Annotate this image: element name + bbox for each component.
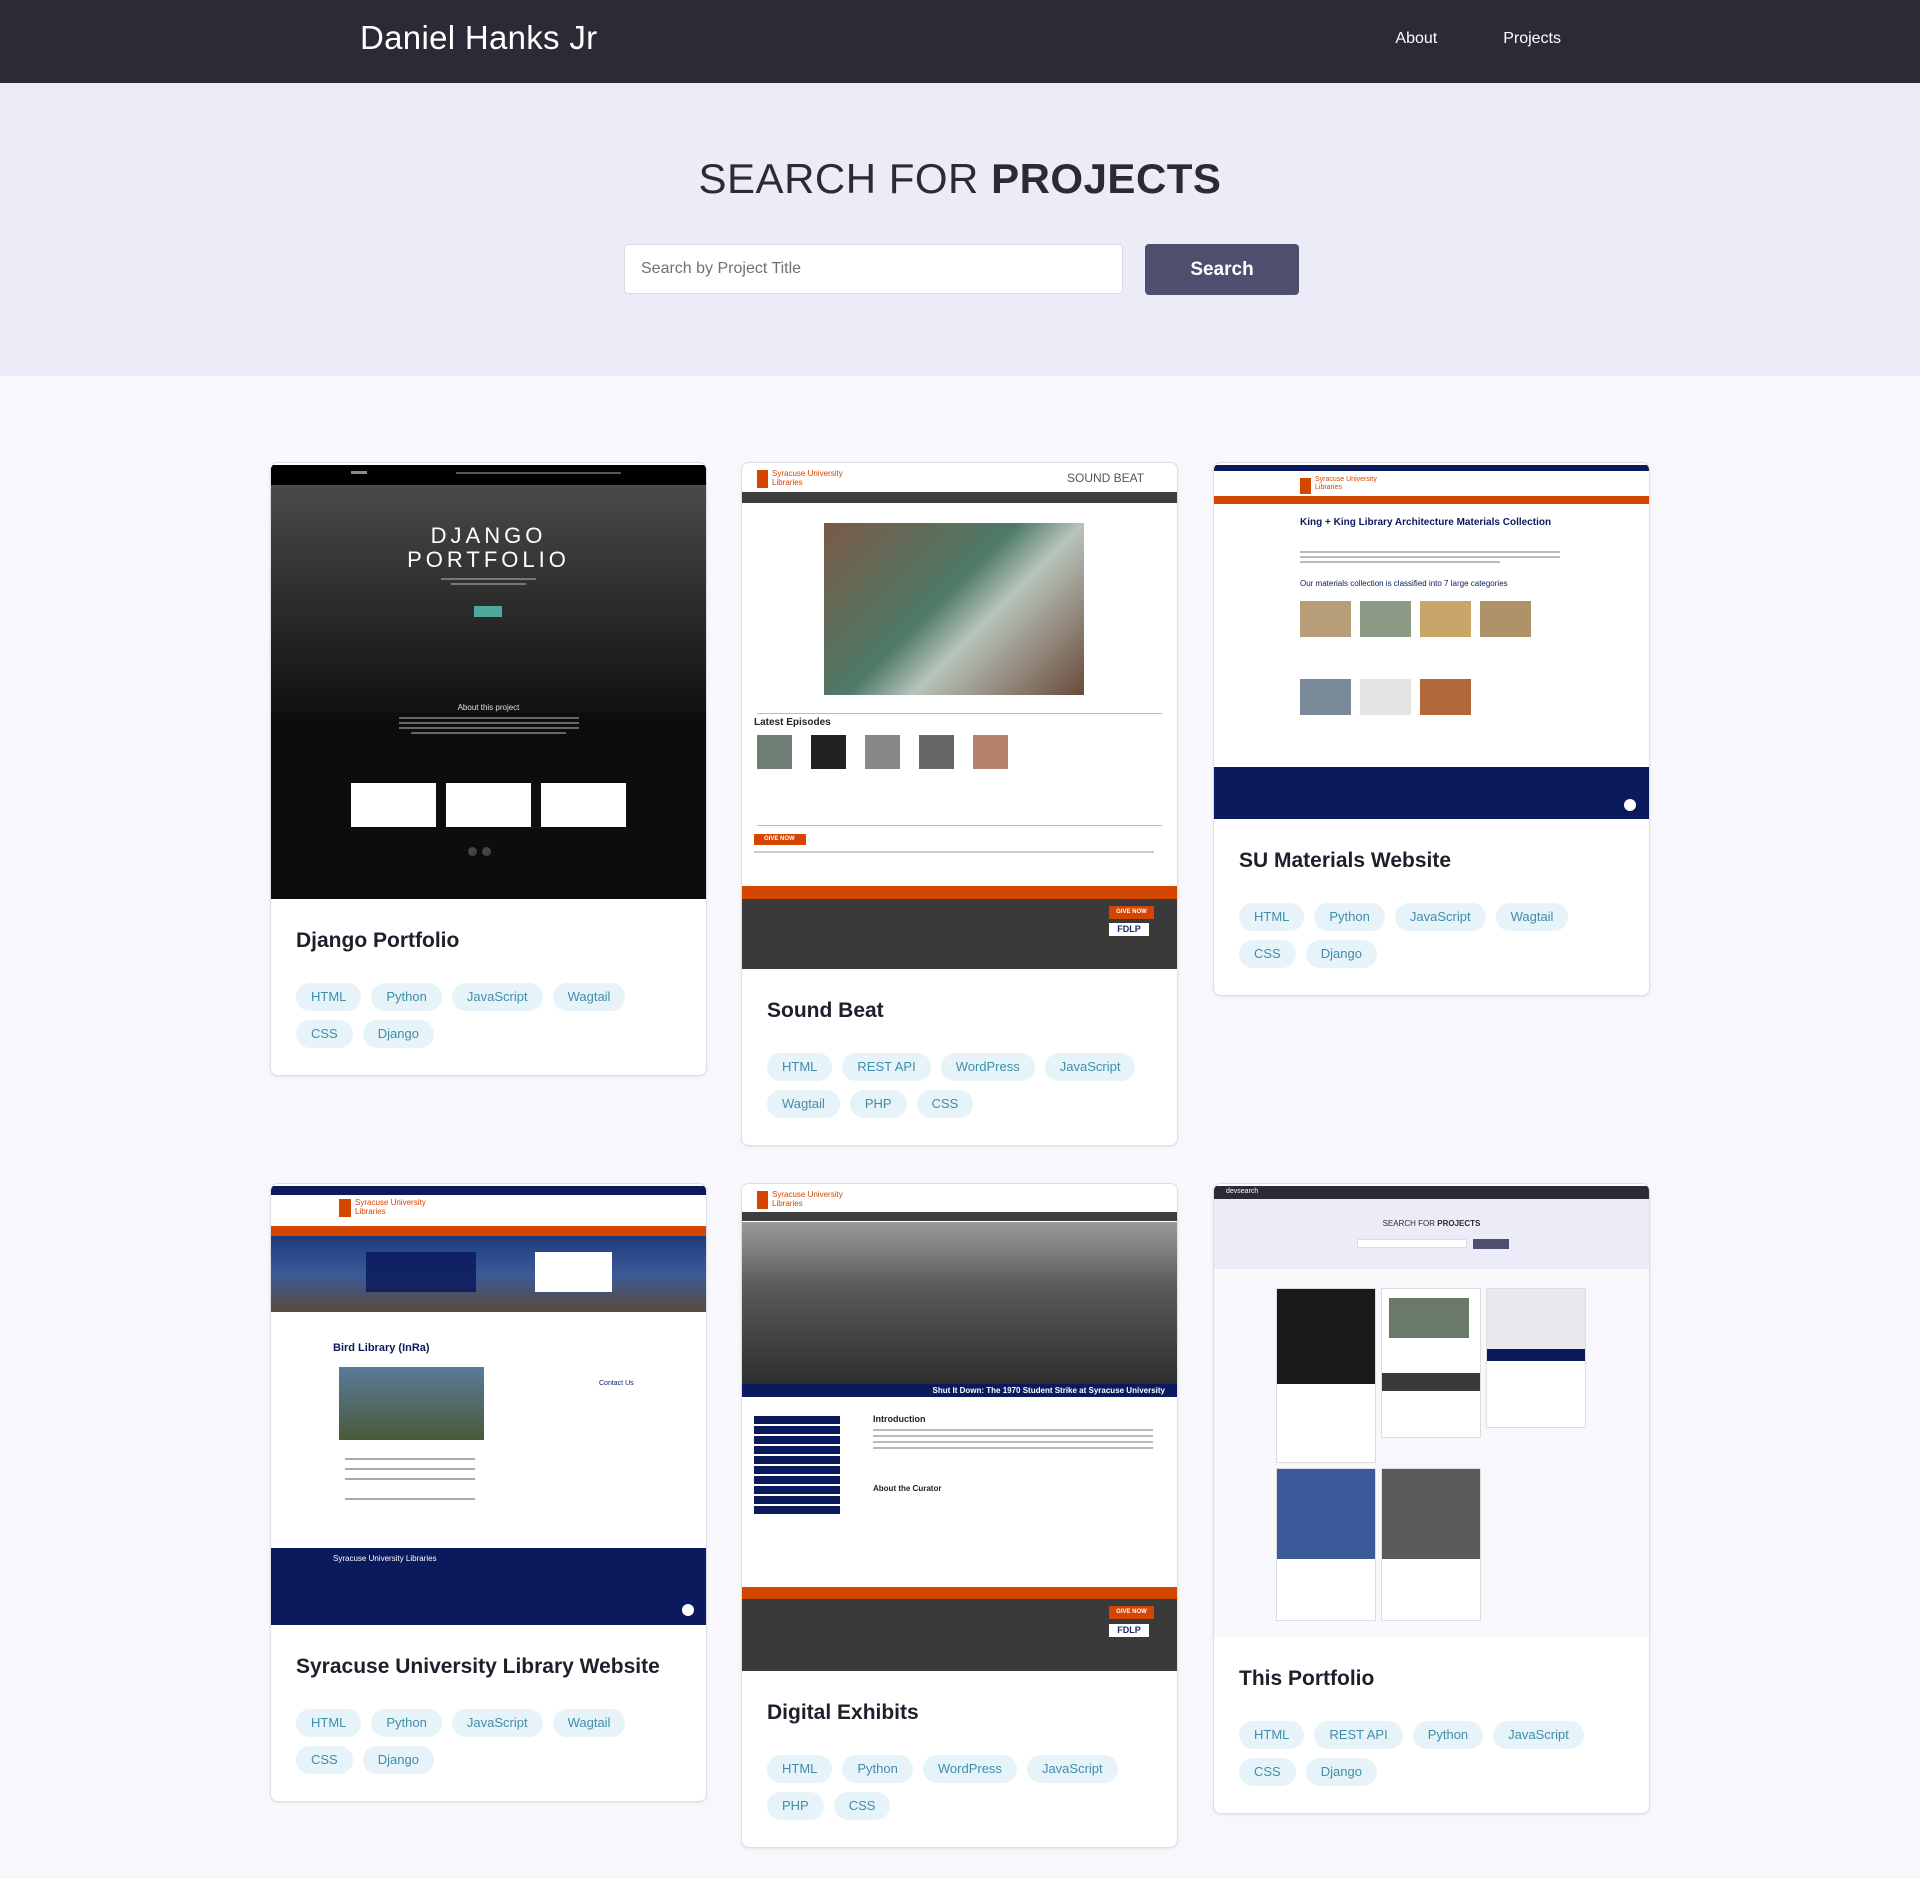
thumb-contact: Contact Us [599, 1380, 634, 1387]
project-title[interactable]: Sound Beat [767, 999, 1152, 1023]
project-card[interactable]: Syracuse University Libraries Bird Libra… [270, 1183, 707, 1802]
project-thumbnail[interactable]: Syracuse University Libraries King + Kin… [1214, 465, 1649, 819]
thumb-give-badge: GIVE NOW [1109, 906, 1154, 919]
thumb-logo: Syracuse University Libraries [772, 469, 843, 487]
thumb-fdlp-logo: FDLP [1109, 923, 1149, 936]
project-thumbnail[interactable]: devsearch SEARCH FOR PROJECTS [1214, 1186, 1649, 1637]
project-title[interactable]: This Portfolio [1239, 1667, 1624, 1691]
tag-list: HTML Python JavaScript Wagtail CSS Djang… [296, 983, 681, 1048]
tag: Python [1412, 1721, 1484, 1749]
search-button[interactable]: Search [1145, 244, 1299, 295]
thumb-logo: Syracuse University Libraries [772, 1190, 843, 1208]
tag: REST API [1314, 1721, 1403, 1749]
thumb-subheading: Our materials collection is classified i… [1300, 579, 1508, 588]
thumb-heading: DJANGO [430, 523, 547, 548]
project-card[interactable]: Syracuse University Libraries King + Kin… [1213, 462, 1650, 996]
project-thumbnail[interactable]: Syracuse University Libraries SOUND BEAT… [742, 465, 1177, 969]
project-card[interactable]: Syracuse University Libraries Shut It Do… [741, 1183, 1178, 1848]
tag: JavaScript [1044, 1053, 1136, 1081]
thumb-give-badge: GIVE NOW [1109, 1606, 1154, 1619]
tag: Wagtail [767, 1090, 840, 1118]
tag: Python [371, 1709, 442, 1737]
project-card[interactable]: DJANGO PORTFOLIO About this project Djan… [270, 462, 707, 1076]
top-navbar: Daniel Hanks Jr About Projects [0, 0, 1920, 83]
tag: HTML [296, 983, 362, 1011]
tag-list: HTML Python WordPress JavaScript PHP CSS [767, 1755, 1152, 1820]
nav-link-projects[interactable]: Projects [1503, 30, 1561, 48]
project-title[interactable]: SU Materials Website [1239, 849, 1624, 873]
tag: WordPress [940, 1053, 1035, 1081]
thumb-give-badge: GIVE NOW [754, 834, 806, 845]
thumb-footer-title: Syracuse University Libraries [333, 1554, 437, 1563]
project-title[interactable]: Digital Exhibits [767, 1701, 1152, 1725]
thumb-logo: Syracuse University Libraries [355, 1198, 426, 1216]
project-thumbnail[interactable]: DJANGO PORTFOLIO About this project [271, 465, 706, 899]
tag: CSS [296, 1020, 353, 1048]
thumb-logo: Syracuse University Libraries [1315, 476, 1377, 491]
tag: CSS [296, 1746, 353, 1774]
tag: Django [362, 1020, 434, 1048]
tag: JavaScript [451, 983, 543, 1011]
thumb-heading: Bird Library (InRa) [333, 1342, 430, 1354]
tag: Wagtail [1495, 903, 1569, 931]
search-form: Search [624, 244, 1299, 295]
search-input[interactable] [624, 244, 1123, 294]
thumb-heading: SEARCH FOR PROJECTS [1382, 1219, 1481, 1228]
tag: Python [371, 983, 442, 1011]
page-title: SEARCH FOR PROJECTS [698, 155, 1222, 202]
thumb-heading: PORTFOLIO [407, 547, 570, 572]
thumb-brand: SOUND BEAT [1067, 471, 1145, 485]
thumb-banner: Shut It Down: The 1970 Student Strike at… [742, 1384, 1177, 1397]
tag: PHP [767, 1792, 824, 1820]
tag: HTML [767, 1755, 833, 1783]
thumb-section-title: Latest Episodes [754, 717, 831, 728]
tag: HTML [767, 1053, 833, 1081]
thumb-curator-heading: About the Curator [873, 1484, 942, 1493]
tag: JavaScript [1493, 1721, 1584, 1749]
search-hero: SEARCH FOR PROJECTS Search [0, 83, 1920, 376]
project-card[interactable]: Syracuse University Libraries SOUND BEAT… [741, 462, 1178, 1146]
tag: Django [1305, 940, 1377, 968]
project-title[interactable]: Django Portfolio [296, 929, 681, 953]
tag-list: HTML REST API Python JavaScript CSS Djan… [1239, 1721, 1624, 1786]
tag: REST API [842, 1053, 931, 1081]
project-thumbnail[interactable]: Syracuse University Libraries Shut It Do… [742, 1186, 1177, 1671]
tag: CSS [833, 1792, 891, 1820]
thumb-section-title: About this project [457, 703, 520, 712]
tag: Wagtail [552, 1709, 626, 1737]
thumb-brand: devsearch [1226, 1188, 1259, 1195]
project-thumbnail[interactable]: Syracuse University Libraries Bird Libra… [271, 1186, 706, 1625]
tag: HTML [1239, 903, 1305, 931]
tag: Python [842, 1755, 913, 1783]
thumb-heading: King + King Library Architecture Materia… [1300, 517, 1552, 528]
thumb-intro-heading: Introduction [873, 1414, 926, 1424]
tag: JavaScript [451, 1709, 543, 1737]
tag: CSS [1239, 940, 1296, 968]
tag: Wagtail [552, 983, 626, 1011]
tag: HTML [1239, 1721, 1305, 1749]
tag-list: HTML Python JavaScript Wagtail CSS Djang… [1239, 903, 1624, 968]
tag: Django [1305, 1758, 1377, 1786]
thumb-fdlp-logo: FDLP [1109, 1624, 1149, 1637]
nav-link-about[interactable]: About [1395, 30, 1437, 48]
site-brand[interactable]: Daniel Hanks Jr [360, 19, 597, 57]
tag-list: HTML REST API WordPress JavaScript Wagta… [767, 1053, 1152, 1118]
tag: PHP [849, 1090, 907, 1118]
tag: WordPress [922, 1755, 1017, 1783]
tag: JavaScript [1394, 903, 1486, 931]
nav-links: About Projects [1395, 30, 1561, 48]
tag: JavaScript [1026, 1755, 1118, 1783]
tag: Django [362, 1746, 434, 1774]
tag: Python [1314, 903, 1385, 931]
project-title[interactable]: Syracuse University Library Website [296, 1655, 681, 1679]
project-card[interactable]: devsearch SEARCH FOR PROJECTS This Portf… [1213, 1183, 1650, 1814]
tag-list: HTML Python JavaScript Wagtail CSS Djang… [296, 1709, 681, 1774]
tag: CSS [1239, 1758, 1296, 1786]
tag: HTML [296, 1709, 362, 1737]
tag: CSS [916, 1090, 974, 1118]
